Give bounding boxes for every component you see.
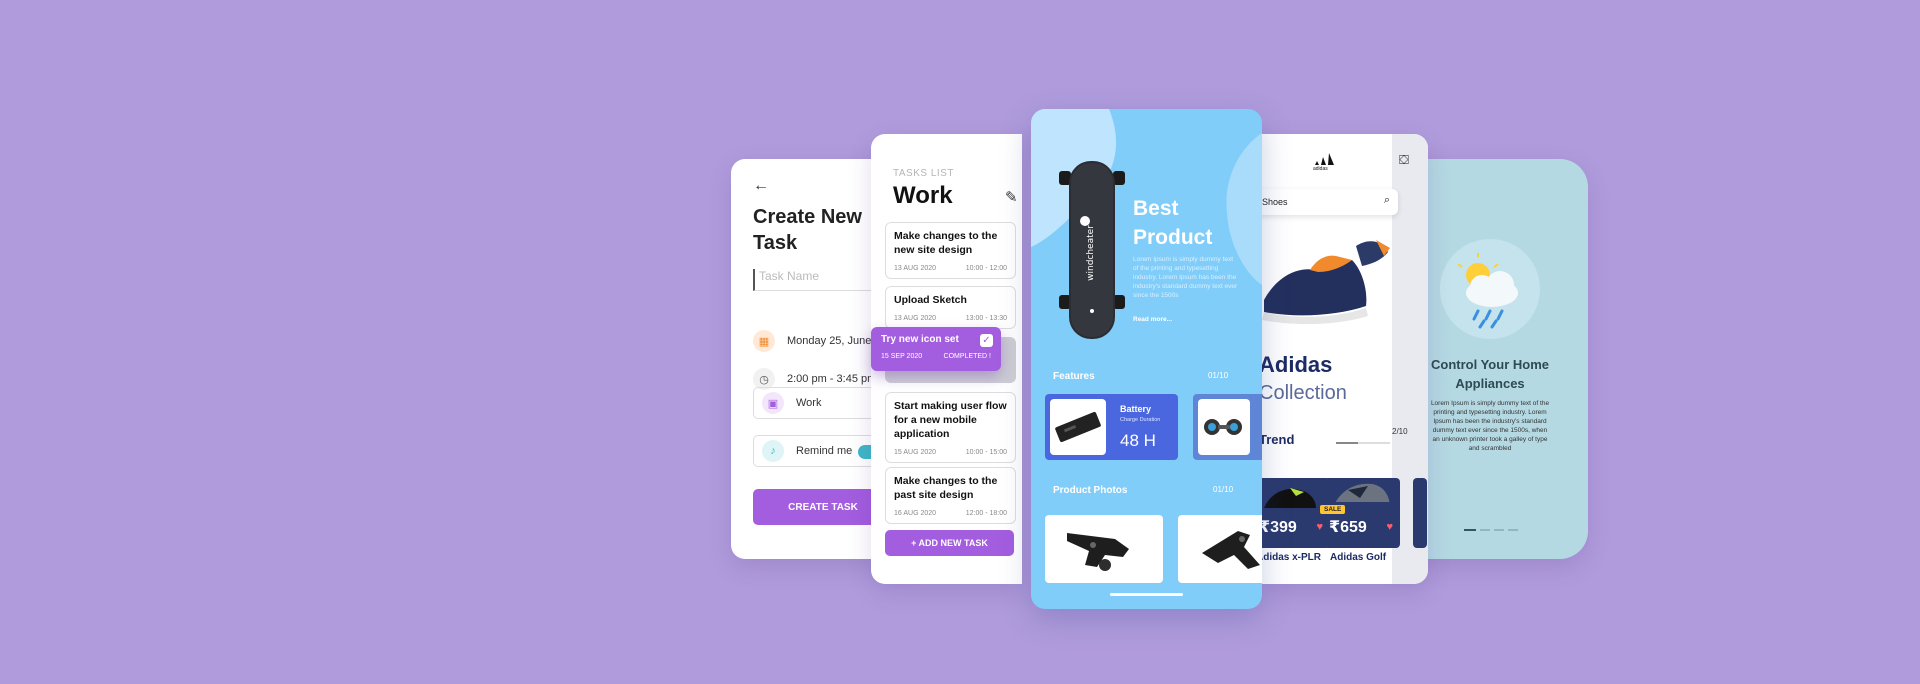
completed-task-card[interactable]: Try new icon set ✓ 15 SEP 2020 COMPLETED… xyxy=(871,327,1001,371)
skateboard-image: windcheater xyxy=(1059,161,1125,339)
product-name: Adidas Golf xyxy=(1330,552,1387,563)
product-title: Best Product xyxy=(1133,197,1213,249)
remind-label: Remind me xyxy=(796,445,853,457)
board-brand-label: windcheater xyxy=(1086,225,1096,281)
product-card-peek[interactable] xyxy=(1413,478,1427,548)
search-input[interactable]: Shoes ⌕ xyxy=(1262,189,1398,215)
category-value: Work xyxy=(796,397,822,409)
checkbox-checked-icon[interactable]: ✓ xyxy=(980,334,993,347)
appliances-title: Control Your Home Appliances xyxy=(1431,357,1549,391)
heart-icon[interactable]: ♥ xyxy=(1316,521,1323,533)
product-name: Adidas x-PLR xyxy=(1262,552,1322,563)
product-photos-heading: Product Photos xyxy=(1053,485,1128,496)
product-photo[interactable] xyxy=(1045,515,1163,583)
completed-status: COMPLETED ! xyxy=(943,353,991,360)
feature-title: Battery xyxy=(1120,404,1152,414)
product-price: ₹399 xyxy=(1262,519,1297,536)
battery-image xyxy=(1050,399,1106,455)
trend-heading: Trend xyxy=(1262,432,1295,447)
shoe-image xyxy=(1264,488,1316,508)
adidas-shop-screen: adidas ⛋ Shoes ⌕ Adidas Collection Trend… xyxy=(1262,134,1428,584)
page-dot[interactable] xyxy=(1508,529,1518,531)
product-photo[interactable] xyxy=(1178,515,1262,583)
task-time: 12:00 - 18:00 xyxy=(965,510,1007,517)
task-title: Make changes to the new site design xyxy=(894,230,998,256)
wheels-image xyxy=(1198,399,1250,455)
adidas-logo xyxy=(1315,153,1334,165)
task-time: 10:00 - 12:00 xyxy=(965,265,1007,272)
date-value: Monday 25, June xyxy=(787,335,872,347)
task-card[interactable]: Upload Sketch 13 AUG 2020 13:00 - 13:30 xyxy=(885,286,1016,329)
page-dot[interactable] xyxy=(1494,529,1504,531)
feature-value: 48 H xyxy=(1120,431,1156,450)
task-date: 15 AUG 2020 xyxy=(894,449,937,456)
calendar-icon: ▦ xyxy=(753,330,775,352)
features-pager: 01/10 xyxy=(1208,371,1229,380)
appliances-description: Lorem Ipsum is simply dummy text of the … xyxy=(1430,400,1550,452)
completed-task-date: 15 SEP 2020 xyxy=(881,353,923,360)
task-date: 13 AUG 2020 xyxy=(894,265,937,272)
task-title: Make changes to the past site design xyxy=(894,475,998,501)
page-title: Work xyxy=(893,182,953,209)
task-card[interactable]: Start making user flow for a new mobile … xyxy=(885,392,1016,463)
shoe-image xyxy=(1335,483,1390,502)
page-dot[interactable] xyxy=(1480,529,1490,531)
add-new-task-button[interactable]: + ADD NEW TASK xyxy=(885,530,1014,556)
search-value: Shoes xyxy=(1262,197,1288,207)
completed-task-title: Try new icon set xyxy=(881,334,959,345)
feature-subtitle: Charge Duration xyxy=(1120,417,1161,423)
weather-illustration xyxy=(1440,239,1540,339)
tasks-list-label: TASKS LIST xyxy=(893,168,954,179)
trend-progress xyxy=(1336,442,1390,444)
product-description: Lorem Ipsum is simply dummy text of the … xyxy=(1133,256,1238,299)
task-card[interactable]: Make changes to the new site design 13 A… xyxy=(885,222,1016,279)
task-time: 13:00 - 13:30 xyxy=(965,315,1007,322)
search-icon[interactable]: ⌕ xyxy=(1384,194,1390,207)
sale-badge: SALE xyxy=(1320,505,1346,514)
features-heading: Features xyxy=(1053,371,1095,382)
time-value: 2:00 pm - 3:45 pm xyxy=(787,373,877,385)
date-field[interactable]: ▦ Monday 25, June xyxy=(753,327,871,355)
back-arrow-icon[interactable]: ← xyxy=(753,177,769,195)
feature-card-battery[interactable]: Battery Charge Duration 48 H xyxy=(1045,394,1178,460)
task-date: 13 AUG 2020 xyxy=(894,315,937,322)
task-date: 16 AUG 2020 xyxy=(894,510,937,517)
task-card[interactable]: Make changes to the past site design 16 … xyxy=(885,467,1016,524)
product-screen: windcheater Best Product Lorem Ipsum is … xyxy=(1031,109,1262,609)
heart-icon[interactable]: ♥ xyxy=(1386,521,1393,533)
shoe-hero-image xyxy=(1262,240,1390,325)
task-title: Upload Sketch xyxy=(894,294,967,306)
adidas-logo-text: adidas xyxy=(1313,166,1328,172)
home-indicator xyxy=(1110,593,1183,596)
product-price: ₹659 xyxy=(1329,519,1367,536)
collection-heading: Collection xyxy=(1262,382,1347,404)
page-indicator xyxy=(1464,529,1518,531)
bell-icon: ♪ xyxy=(762,440,784,462)
page-dot-active[interactable] xyxy=(1464,529,1476,531)
shopping-bag-icon[interactable]: ⛋ xyxy=(1399,152,1409,168)
task-time: 10:00 - 15:00 xyxy=(965,449,1007,456)
read-more-link[interactable]: Read more... xyxy=(1133,316,1172,323)
photos-pager: 01/10 xyxy=(1213,485,1234,494)
task-title: Start making user flow for a new mobile … xyxy=(894,400,1007,440)
briefcase-icon: ▣ xyxy=(762,392,784,414)
feature-card-next[interactable] xyxy=(1193,394,1262,460)
brand-heading: Adidas xyxy=(1262,352,1333,377)
pencil-icon[interactable]: ✎ xyxy=(1005,188,1018,206)
trend-pager: 2/10 xyxy=(1392,427,1408,436)
product-card[interactable]: SALE ₹659 ♥ xyxy=(1320,478,1400,548)
